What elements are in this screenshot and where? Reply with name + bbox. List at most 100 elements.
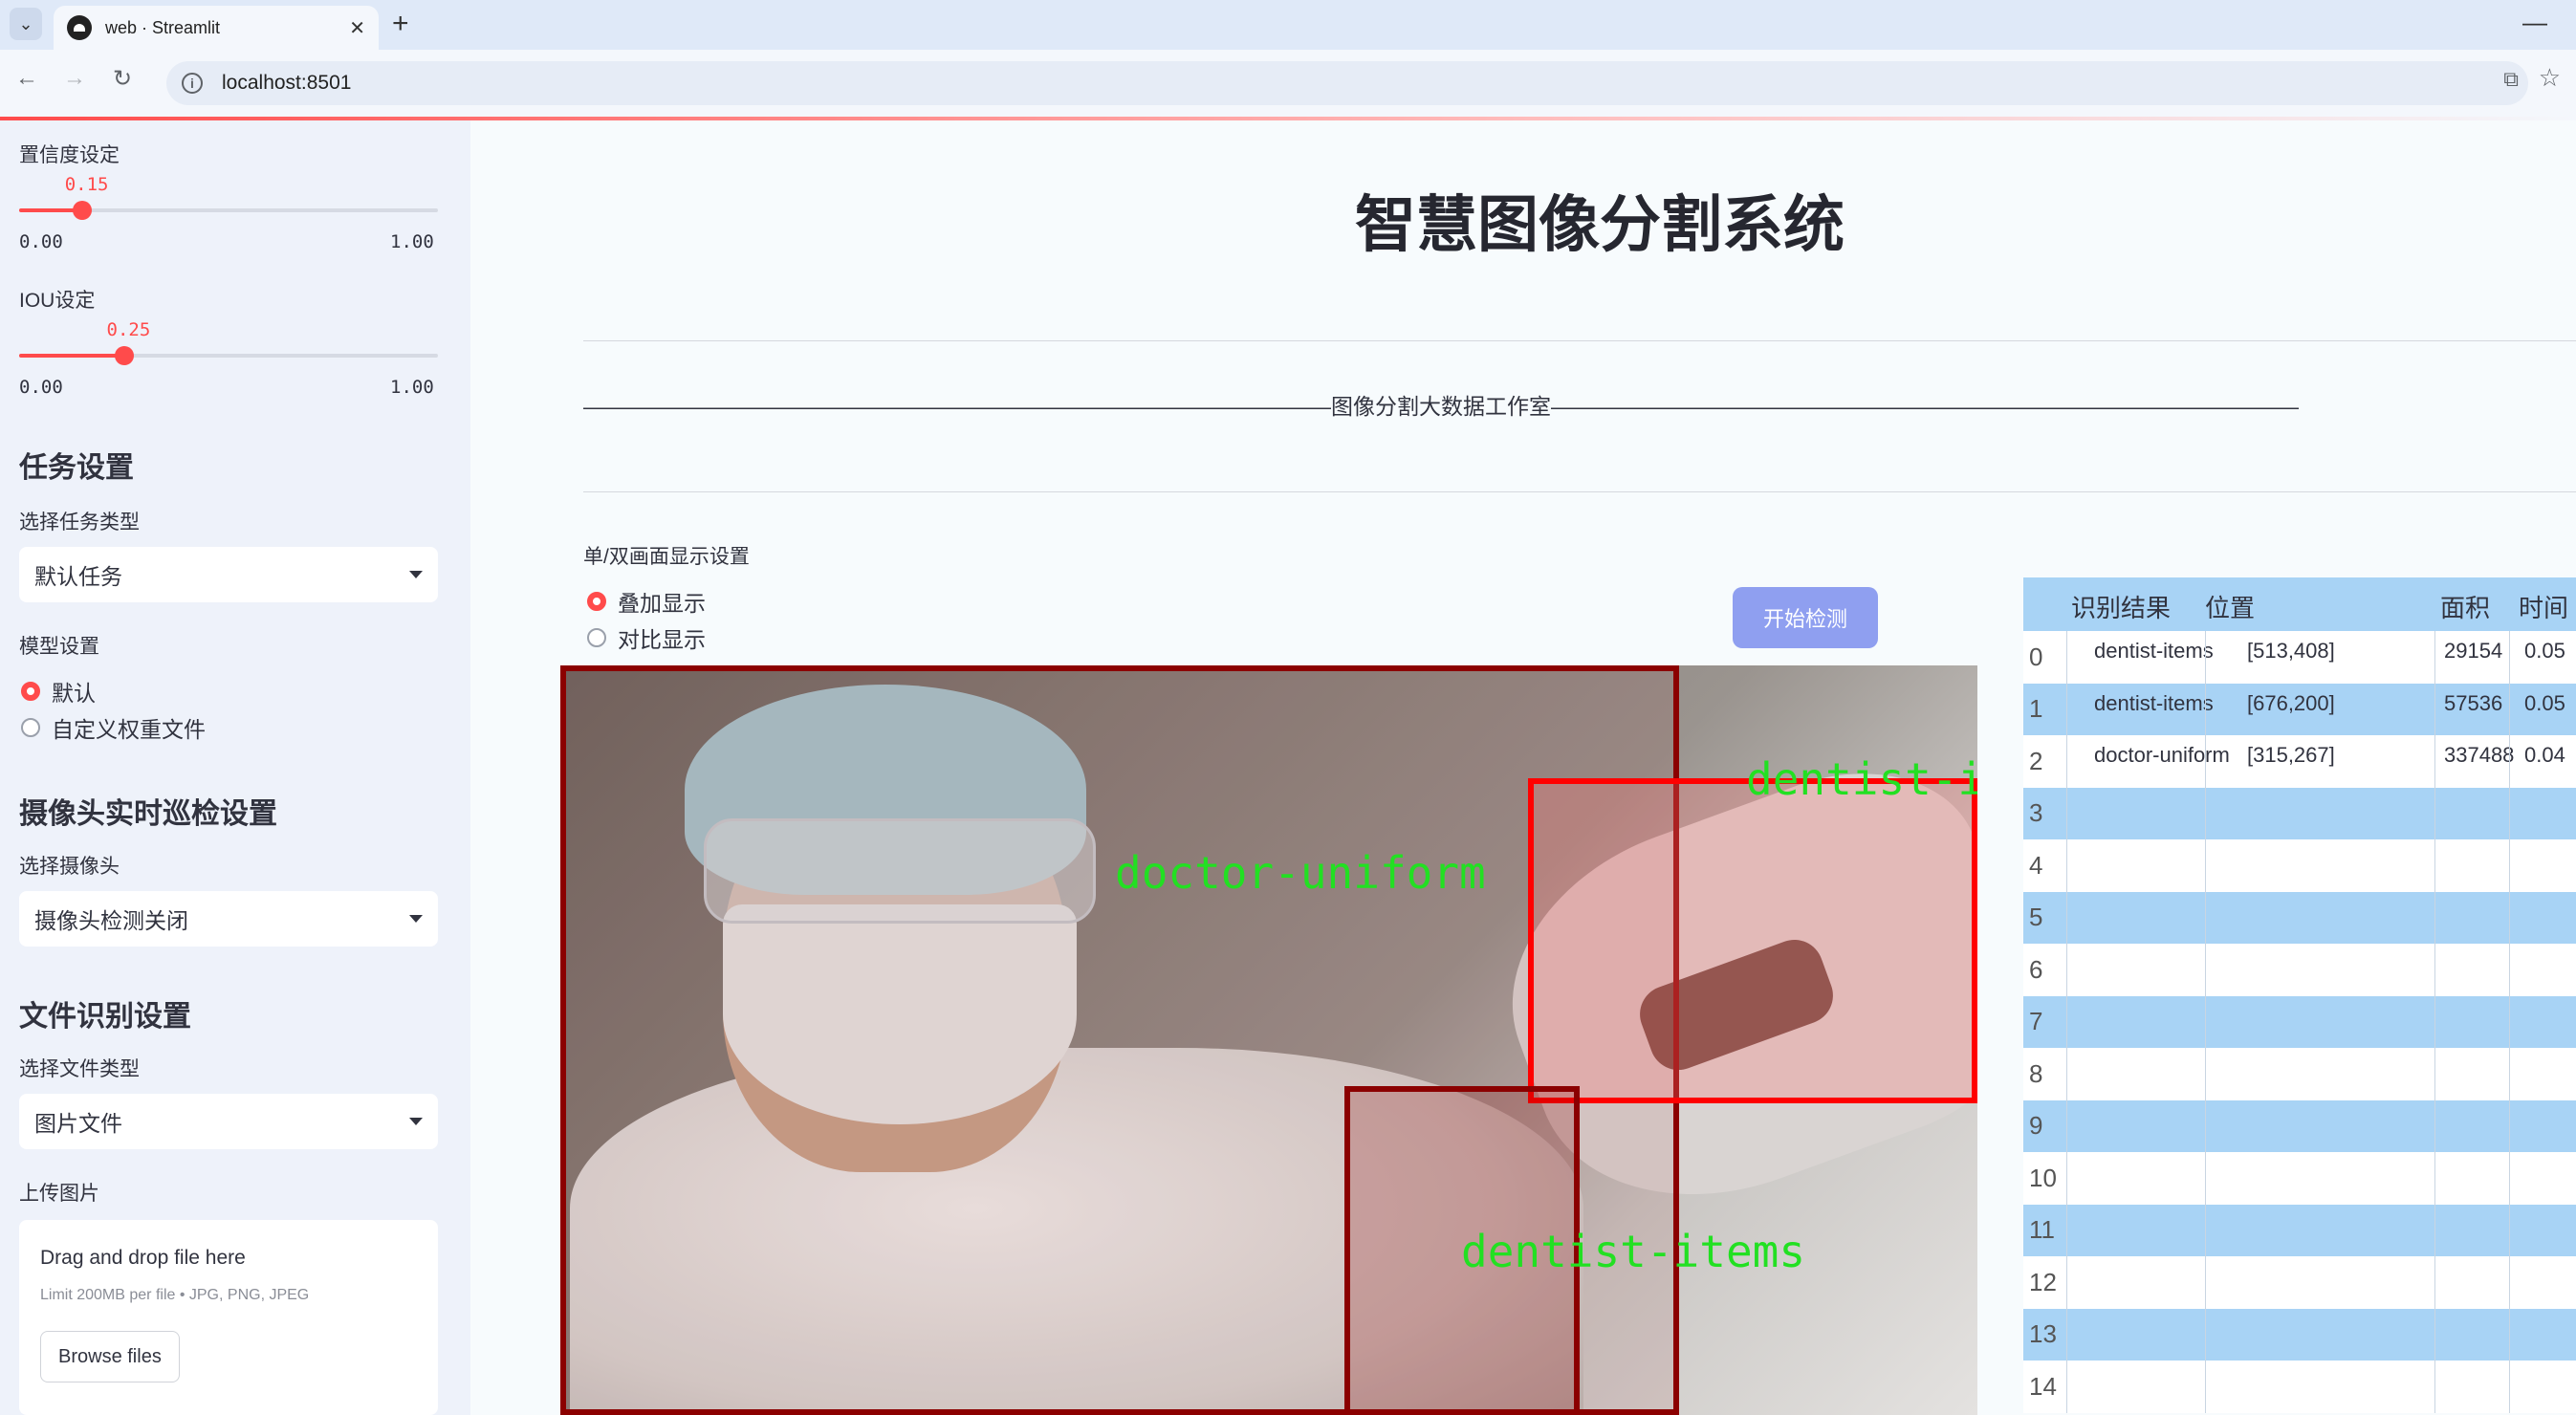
table-row[interactable]: 12: [2023, 1256, 2576, 1309]
url-input[interactable]: i localhost:8501: [166, 61, 2528, 105]
table-row[interactable]: 6: [2023, 944, 2576, 996]
tab-search-button[interactable]: ⌄: [10, 8, 42, 40]
column-separator: [2509, 631, 2510, 684]
column-separator: [2434, 1256, 2435, 1309]
column-separator: [2509, 891, 2510, 944]
studio-banner: ——————————————————————————————————图像分割大数…: [583, 394, 2299, 419]
column-separator: [2205, 735, 2206, 788]
column-separator: [2205, 1099, 2206, 1152]
table-row[interactable]: 3: [2023, 787, 2576, 839]
table-row[interactable]: 8: [2023, 1048, 2576, 1100]
row-time: 0.05: [2524, 639, 2565, 663]
row-position: [513,408]: [2247, 639, 2335, 663]
camera-select-label: 选择摄像头: [19, 856, 120, 878]
reload-icon[interactable]: ↻: [113, 65, 132, 93]
column-separator: [2434, 944, 2435, 996]
column-separator: [2509, 787, 2510, 839]
row-index: 5: [2023, 891, 2067, 944]
back-arrow-icon[interactable]: ←: [15, 65, 38, 92]
column-separator: [2205, 1308, 2206, 1361]
display-option-compare[interactable]: 对比显示: [587, 621, 706, 654]
row-result: dentist-items: [2094, 639, 2214, 663]
browse-files-button[interactable]: Browse files: [40, 1331, 180, 1382]
site-info-icon[interactable]: i: [182, 73, 203, 94]
radio-selected-icon[interactable]: [587, 592, 606, 611]
file-type-label: 选择文件类型: [19, 1058, 140, 1080]
new-tab-button[interactable]: +: [392, 8, 409, 40]
column-separator: [2434, 1361, 2435, 1413]
camera-select-value: 摄像头检测关闭: [34, 908, 188, 933]
table-row[interactable]: 1 dentist-items [676,200] 57536 0.05: [2023, 683, 2576, 735]
results-table[interactable]: 识别结果 位置 面积 时间 0 dentist-items [513,408] 291…: [2023, 577, 2576, 1415]
confidence-max: 1.00: [390, 231, 434, 252]
caret-down-icon: [409, 915, 423, 923]
row-index: 14: [2023, 1361, 2067, 1413]
row-index: 11: [2023, 1204, 2067, 1256]
model-option-custom[interactable]: 自定义权重文件: [21, 711, 206, 744]
file-type-select[interactable]: 图片文件: [19, 1094, 438, 1149]
detection-label-dentist-items-lamp: dentist-items: [1746, 753, 1977, 805]
dentist-items-box-lamp: [1528, 778, 1977, 1103]
column-separator: [2434, 1308, 2435, 1361]
iou-slider[interactable]: [19, 346, 438, 365]
column-separator: [2205, 1204, 2206, 1256]
column-separator: [2509, 1361, 2510, 1413]
confidence-slider[interactable]: [19, 201, 438, 220]
upload-limits: Limit 200MB per file • JPG, PNG, JPEG: [40, 1287, 310, 1303]
display-option-overlay[interactable]: 叠加显示: [587, 585, 706, 618]
table-row[interactable]: 5: [2023, 891, 2576, 944]
iou-slider-thumb[interactable]: [114, 346, 134, 365]
radio-unselected-icon[interactable]: [587, 628, 606, 647]
task-type-select[interactable]: 默认任务: [19, 547, 438, 602]
browser-tab-bar: ⌄ web · Streamlit ✕ + —: [0, 0, 2576, 50]
table-row[interactable]: 9: [2023, 1099, 2576, 1152]
radio-selected-icon[interactable]: [21, 682, 40, 701]
row-position: [315,267]: [2247, 743, 2335, 767]
start-detection-button[interactable]: 开始检测: [1733, 587, 1878, 648]
column-separator: [2434, 1099, 2435, 1152]
table-row[interactable]: 13: [2023, 1308, 2576, 1361]
table-row[interactable]: 7: [2023, 995, 2576, 1048]
caret-down-icon: [409, 571, 423, 578]
bookmark-star-icon[interactable]: ☆: [2539, 63, 2561, 93]
row-index: 4: [2023, 839, 2067, 892]
column-separator: [2434, 631, 2435, 684]
radio-unselected-icon[interactable]: [21, 718, 40, 737]
column-separator: [2434, 787, 2435, 839]
column-separator: [2205, 944, 2206, 996]
table-row[interactable]: 0 dentist-items [513,408] 29154 0.05: [2023, 631, 2576, 684]
task-type-value: 默认任务: [34, 564, 122, 589]
iou-max: 1.00: [390, 377, 434, 398]
row-time: 0.04: [2524, 743, 2565, 767]
column-separator: [2509, 1204, 2510, 1256]
row-index: 9: [2023, 1099, 2067, 1152]
header-time: 时间: [2519, 594, 2569, 622]
browser-tab[interactable]: web · Streamlit ✕: [54, 6, 379, 50]
table-row[interactable]: 11: [2023, 1204, 2576, 1256]
tab-title: web · Streamlit: [105, 17, 221, 37]
row-index: 12: [2023, 1256, 2067, 1309]
column-separator: [2205, 631, 2206, 684]
table-row[interactable]: 14: [2023, 1361, 2576, 1413]
column-separator: [2509, 1099, 2510, 1152]
table-row[interactable]: 4: [2023, 839, 2576, 892]
address-bar-row: ← → ↻ i localhost:8501 ⧉ ☆: [0, 50, 2576, 117]
forward-arrow-icon[interactable]: →: [63, 65, 86, 92]
row-index: 1: [2023, 683, 2067, 735]
table-row[interactable]: 2 doctor-uniform [315,267] 337488 0.04: [2023, 735, 2576, 788]
confidence-slider-thumb[interactable]: [72, 201, 92, 220]
column-separator: [2434, 1204, 2435, 1256]
upload-label: 上传图片: [19, 1183, 99, 1205]
minimize-window-button[interactable]: —: [2522, 8, 2547, 37]
translate-icon[interactable]: ⧉: [2503, 67, 2519, 92]
column-separator: [2509, 1048, 2510, 1100]
close-tab-icon[interactable]: ✕: [349, 16, 365, 40]
display-mode-label: 单/双画面显示设置: [583, 546, 750, 568]
model-option-default[interactable]: 默认: [21, 675, 96, 708]
row-index: 2: [2023, 735, 2067, 788]
file-uploader-dropzone[interactable]: Drag and drop file here Limit 200MB per …: [19, 1220, 438, 1415]
column-separator: [2509, 1308, 2510, 1361]
table-row[interactable]: 10: [2023, 1152, 2576, 1205]
camera-select[interactable]: 摄像头检测关闭: [19, 891, 438, 947]
row-position: [676,200]: [2247, 690, 2335, 715]
